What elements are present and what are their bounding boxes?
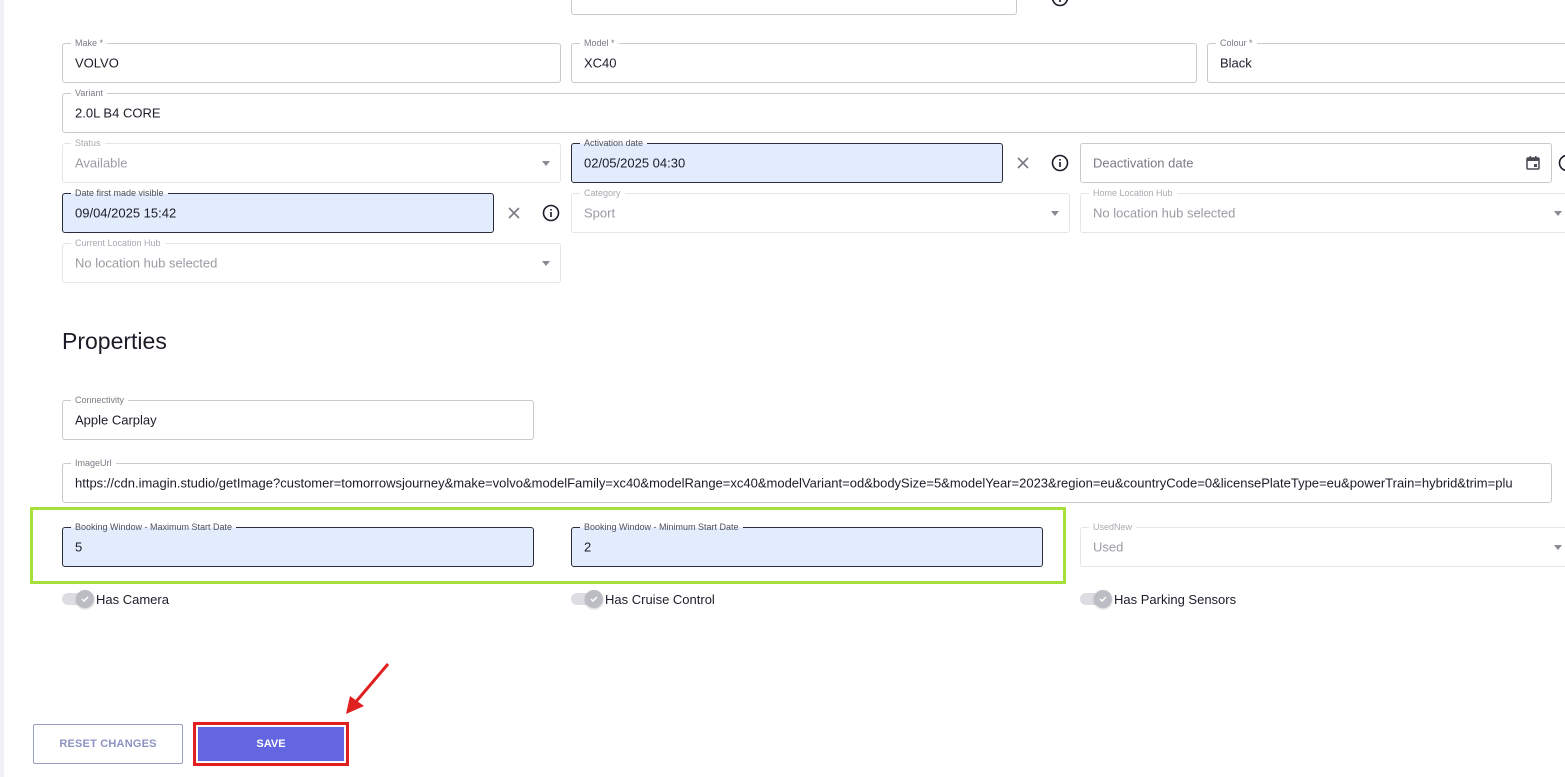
current-location-hub-value: No location hub selected: [75, 255, 218, 271]
make-field[interactable]: Make * VOLVO: [62, 38, 561, 83]
toggle-track[interactable]: [1080, 590, 1112, 608]
colour-label: Colour *: [1216, 38, 1257, 48]
info-icon[interactable]: [1557, 153, 1565, 173]
left-rail: [0, 0, 4, 777]
chevron-down-icon: [1554, 211, 1562, 216]
has-cruise-control-toggle[interactable]: Has Cruise Control: [571, 590, 715, 608]
variant-label: Variant: [71, 88, 107, 98]
category-label: Category: [580, 188, 625, 198]
info-icon[interactable]: [1050, 0, 1070, 8]
booking-max-start-field[interactable]: Booking Window - Maximum Start Date 5: [62, 522, 534, 567]
make-value: VOLVO: [75, 55, 119, 71]
arrow-annotation-icon: [346, 663, 390, 714]
check-icon: [76, 590, 94, 608]
chevron-down-icon: [1051, 211, 1059, 216]
calendar-icon[interactable]: [1523, 153, 1543, 173]
toggle-track[interactable]: [571, 590, 603, 608]
current-location-hub-select[interactable]: Current Location Hub No location hub sel…: [62, 238, 561, 283]
date-first-visible-value: 09/04/2025 15:42: [75, 205, 177, 221]
connectivity-label: Connectivity: [71, 395, 129, 405]
save-button[interactable]: SAVE: [198, 727, 344, 761]
booking-min-start-field[interactable]: Booking Window - Minimum Start Date 2: [571, 522, 1043, 567]
date-first-visible-label: Date first made visible: [71, 188, 168, 198]
check-icon: [1094, 590, 1112, 608]
home-location-hub-select[interactable]: Home Location Hub No location hub select…: [1080, 188, 1565, 233]
model-value: XC40: [584, 55, 617, 71]
variant-field[interactable]: Variant 2.0L B4 CORE: [62, 88, 1565, 133]
category-value: Sport: [584, 205, 616, 221]
current-location-hub-label: Current Location Hub: [71, 238, 165, 248]
category-select[interactable]: Category Sport: [571, 188, 1070, 233]
has-parking-sensors-toggle[interactable]: Has Parking Sensors: [1080, 590, 1237, 608]
status-value: Available: [75, 155, 128, 171]
info-icon[interactable]: [1050, 153, 1070, 173]
booking-max-start-value: 5: [75, 539, 83, 555]
deactivation-date-placeholder: Deactivation date: [1093, 155, 1194, 171]
toggle-track[interactable]: [62, 590, 94, 608]
clear-activation-date-icon[interactable]: [1013, 153, 1033, 173]
booking-min-start-value: 2: [584, 539, 592, 555]
activation-date-label: Activation date: [580, 138, 648, 148]
clear-date-first-visible-icon[interactable]: [504, 203, 524, 223]
activation-date-value: 02/05/2025 04:30: [584, 155, 686, 171]
has-cruise-control-label: Has Cruise Control: [605, 591, 715, 607]
colour-value: Black: [1220, 55, 1252, 71]
has-parking-sensors-label: Has Parking Sensors: [1114, 591, 1237, 607]
connectivity-value: Apple Carplay: [75, 412, 157, 428]
properties-heading: Properties: [62, 328, 167, 354]
status-label: Status: [71, 138, 105, 148]
model-label: Model *: [580, 38, 619, 48]
truncated-field[interactable]: [571, 0, 1017, 15]
model-field[interactable]: Model * XC40: [571, 38, 1197, 83]
chevron-down-icon: [542, 161, 550, 166]
vehicle-edit-page: Make * VOLVO Model * XC40 Colour * Black…: [0, 0, 1565, 777]
status-select[interactable]: Status Available: [62, 138, 561, 183]
home-location-hub-value: No location hub selected: [1093, 205, 1236, 221]
used-new-select[interactable]: UsedNew Used: [1080, 522, 1565, 567]
has-camera-label: Has Camera: [96, 591, 169, 607]
save-button-highlight: SAVE: [193, 722, 349, 766]
reset-changes-button[interactable]: RESET CHANGES: [33, 724, 183, 764]
colour-field[interactable]: Colour * Black: [1207, 38, 1565, 83]
used-new-label: UsedNew: [1089, 522, 1137, 532]
deactivation-date-field[interactable]: Deactivation date: [1080, 143, 1552, 183]
date-first-visible-field[interactable]: Date first made visible 09/04/2025 15:42: [62, 188, 494, 233]
chevron-down-icon: [1554, 545, 1562, 550]
image-url-value: https://cdn.imagin.studio/getImage?custo…: [75, 475, 1513, 491]
activation-date-field[interactable]: Activation date 02/05/2025 04:30: [571, 138, 1003, 183]
has-camera-toggle[interactable]: Has Camera: [62, 590, 169, 608]
used-new-value: Used: [1093, 539, 1124, 555]
connectivity-field[interactable]: Connectivity Apple Carplay: [62, 395, 534, 440]
booking-min-start-label: Booking Window - Minimum Start Date: [580, 522, 743, 532]
check-icon: [585, 590, 603, 608]
variant-value: 2.0L B4 CORE: [75, 105, 161, 121]
info-icon[interactable]: [541, 203, 561, 223]
booking-max-start-label: Booking Window - Maximum Start Date: [71, 522, 237, 532]
chevron-down-icon: [542, 261, 550, 266]
image-url-field[interactable]: ImageUrl https://cdn.imagin.studio/getIm…: [62, 458, 1552, 503]
make-label: Make *: [71, 38, 108, 48]
image-url-label: ImageUrl: [71, 458, 116, 468]
home-location-hub-label: Home Location Hub: [1089, 188, 1177, 198]
